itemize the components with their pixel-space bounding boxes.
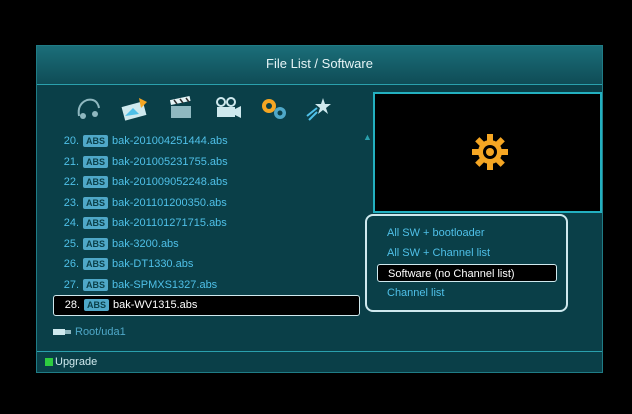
abs-badge: ABS [83,258,109,271]
option-all-sw-bootloader[interactable]: All SW + bootloader [377,224,557,242]
file-number: 22. [63,176,79,189]
current-path: Root/uda1 [53,326,126,338]
abs-badge: ABS [83,278,109,291]
file-name: bak-DT1330.abs [112,258,194,271]
file-list-panel: File List / Software 20. ABS bak-201004251… [36,45,603,373]
upgrade-label[interactable]: Upgrade [55,356,97,368]
settings-gears-icon[interactable] [257,94,289,122]
file-name: bak-3200.abs [112,237,179,250]
file-name: bak-201009052248.abs [112,176,228,189]
file-name: bak-201005231755.abs [112,155,228,168]
upgrade-options-popup: All SW + bootloader All SW + Channel lis… [365,214,568,312]
file-name: bak-201101271715.abs [112,217,227,230]
file-row[interactable]: 25. ABS bak-3200.abs [53,234,363,255]
footer-bar: Upgrade [37,351,602,372]
preview-pane [373,92,602,213]
gear-icon [470,132,510,172]
file-row[interactable]: 24. ABS bak-201101271715.abs [53,213,363,234]
file-name: bak-SPMXS1327.abs [112,278,218,291]
file-number: 21. [63,155,79,168]
green-key-icon [45,358,53,366]
file-row[interactable]: 21. ABS bak-201005231755.abs [53,152,363,173]
file-number: 20. [63,135,79,148]
file-row[interactable]: 26. ABS bak-DT1330.abs [53,254,363,275]
file-number: 27. [63,278,79,291]
file-row[interactable]: 23. ABS bak-201101200350.abs [53,193,363,214]
file-list: 20. ABS bak-201004251444.abs 21. ABS bak-201… [53,131,363,316]
abs-badge: ABS [83,135,109,148]
abs-badge: ABS [84,299,110,312]
abs-badge: ABS [83,237,109,250]
abs-badge: ABS [83,217,109,230]
file-number: 25. [63,237,79,250]
abs-badge: ABS [83,155,109,168]
scroll-up-arrow-icon[interactable]: ▲ [363,132,372,142]
window-title: File List / Software [37,46,602,85]
usb-icon [53,327,71,337]
file-name: bak-201101200350.abs [112,196,227,209]
file-row[interactable]: 20. ABS bak-201004251444.abs [53,131,363,152]
file-number: 23. [63,196,79,209]
file-name: bak-201004251444.abs [112,135,228,148]
file-row[interactable]: 22. ABS bak-201009052248.abs [53,172,363,193]
option-channel-list[interactable]: Channel list [377,284,557,302]
option-software-no-channel-list[interactable]: Software (no Channel list) [377,264,557,282]
music-icon[interactable] [73,94,105,122]
star-icon[interactable] [303,94,335,122]
abs-badge: ABS [83,196,109,209]
abs-badge: ABS [83,176,109,189]
file-row-selected[interactable]: 28. ABS bak-WV1315.abs [53,295,360,316]
file-number: 28. [64,299,80,312]
option-all-sw-channel-list[interactable]: All SW + Channel list [377,244,557,262]
camera-icon[interactable] [211,94,243,122]
clapper-icon[interactable] [165,94,197,122]
file-name: bak-WV1315.abs [113,299,198,312]
file-number: 24. [63,217,79,230]
file-row[interactable]: 27. ABS bak-SPMXS1327.abs [53,275,363,296]
file-number: 26. [63,258,79,271]
path-label: Root/uda1 [75,326,126,338]
picture-icon[interactable] [119,94,151,122]
